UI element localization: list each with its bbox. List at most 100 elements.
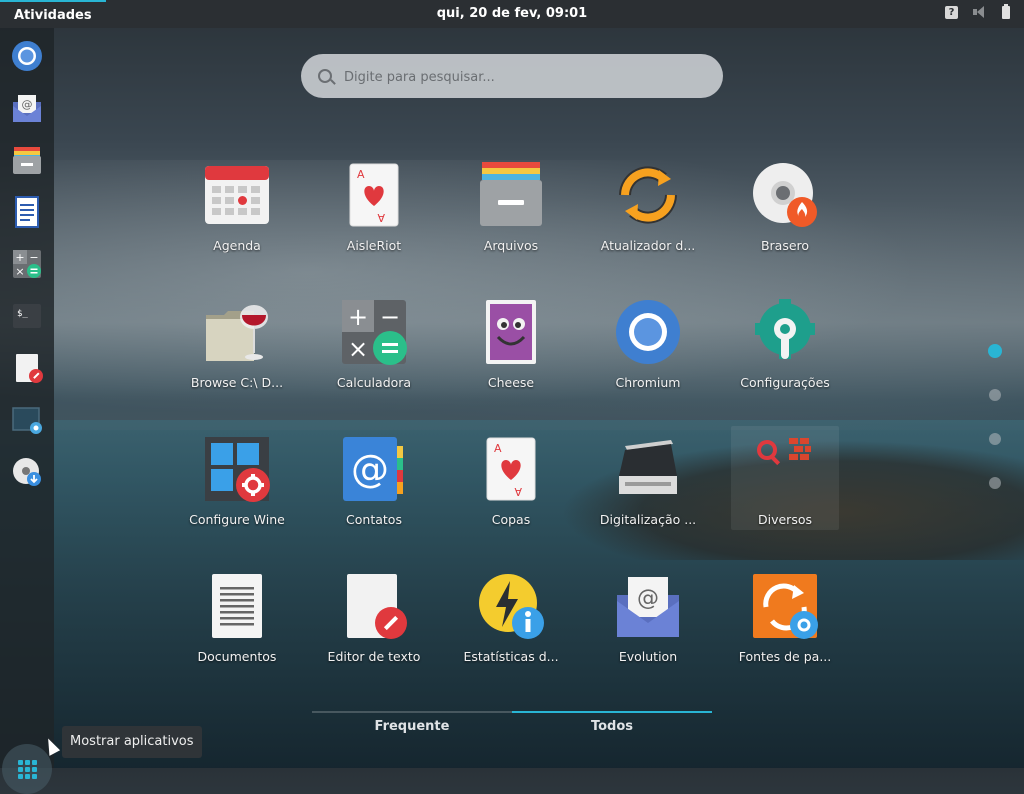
settings-icon bbox=[752, 299, 818, 365]
power-stats-icon bbox=[478, 573, 544, 639]
grid-dot bbox=[32, 760, 37, 765]
svg-text:+: + bbox=[348, 303, 368, 331]
svg-text:−: − bbox=[380, 303, 400, 331]
svg-text:×: × bbox=[348, 335, 368, 363]
app-label: Diversos bbox=[758, 512, 812, 527]
page-indicator-2[interactable] bbox=[989, 389, 1001, 401]
app-label: Estatísticas d... bbox=[463, 649, 559, 664]
app-aisleriot[interactable]: AA AisleRiot bbox=[310, 160, 438, 280]
system-tray[interactable]: ? bbox=[945, 3, 1010, 19]
contacts-icon: @ bbox=[341, 436, 407, 502]
disk-burner-icon[interactable] bbox=[11, 456, 43, 488]
grid-dot bbox=[32, 774, 37, 779]
search-input[interactable] bbox=[342, 54, 706, 100]
search-bar[interactable] bbox=[301, 54, 723, 100]
app-brasero[interactable]: Brasero bbox=[721, 160, 849, 280]
svg-text:×: × bbox=[15, 265, 24, 278]
app-arquivos[interactable]: Arquivos bbox=[447, 160, 575, 280]
app-label: Copas bbox=[491, 512, 531, 527]
volume-icon[interactable] bbox=[972, 5, 988, 19]
app-contatos[interactable]: @ Contatos bbox=[310, 434, 438, 554]
svg-text:+: + bbox=[15, 251, 24, 264]
app-label: Arquivos bbox=[483, 238, 539, 253]
app-fontes[interactable]: Fontes de pa... bbox=[721, 571, 849, 691]
hearts-card-icon: AA bbox=[478, 436, 544, 502]
text-editor-icon[interactable] bbox=[11, 352, 43, 384]
app-browse-c[interactable]: Browse C:\ D... bbox=[173, 297, 301, 417]
app-label: Atualizador d... bbox=[600, 238, 696, 253]
page-indicator-4[interactable] bbox=[989, 477, 1001, 489]
svg-text:A: A bbox=[514, 485, 522, 498]
app-configuracoes[interactable]: Configurações bbox=[721, 297, 849, 417]
show-apps-tooltip: Mostrar aplicativos bbox=[62, 726, 202, 758]
app-chromium[interactable]: Chromium bbox=[584, 297, 712, 417]
scanner-icon bbox=[615, 436, 681, 502]
chromium-icon bbox=[615, 299, 681, 365]
cheese-icon bbox=[478, 299, 544, 365]
grid-dot bbox=[18, 774, 23, 779]
app-estatisticas[interactable]: Estatísticas d... bbox=[447, 571, 575, 691]
page-indicator-3[interactable] bbox=[989, 433, 1001, 445]
clock[interactable]: qui, 20 de fev, 09:01 bbox=[0, 6, 1024, 21]
app-label: Editor de texto bbox=[327, 649, 421, 664]
document-icon bbox=[204, 573, 270, 639]
documents-icon[interactable] bbox=[11, 196, 43, 228]
svg-text:@: @ bbox=[351, 447, 389, 491]
wine-folder-icon bbox=[204, 299, 270, 365]
folder-misc-icon bbox=[753, 436, 819, 476]
svg-text:$_: $_ bbox=[17, 309, 28, 319]
app-label: Documentos bbox=[197, 649, 277, 664]
svg-text:−: − bbox=[29, 251, 38, 264]
app-label: Cheese bbox=[487, 375, 535, 390]
app-label: Contatos bbox=[346, 512, 402, 527]
app-label: Digitalização ... bbox=[599, 512, 697, 527]
app-agenda[interactable]: Agenda bbox=[173, 160, 301, 280]
svg-text:A: A bbox=[494, 442, 502, 455]
app-digitalizacao[interactable]: Digitalização ... bbox=[584, 434, 712, 554]
card-heart-icon: AA bbox=[341, 162, 407, 228]
app-evolution[interactable]: @ Evolution bbox=[584, 571, 712, 691]
search-icon bbox=[318, 69, 332, 83]
software-sources-icon bbox=[752, 573, 818, 639]
app-calculadora[interactable]: + − × Calculadora bbox=[310, 297, 438, 417]
help-icon[interactable]: ? bbox=[945, 5, 958, 19]
app-label: Configure Wine bbox=[189, 512, 285, 527]
updater-icon bbox=[615, 162, 681, 228]
svg-text:A: A bbox=[377, 211, 385, 224]
show-apps-button[interactable] bbox=[2, 744, 52, 794]
calendar-icon bbox=[204, 162, 270, 228]
tab-all[interactable]: Todos bbox=[512, 719, 712, 734]
calculator-icon[interactable]: + − × bbox=[11, 248, 43, 280]
page-indicator-1[interactable] bbox=[988, 344, 1002, 358]
chromium-icon[interactable] bbox=[11, 40, 43, 72]
app-documentos[interactable]: Documentos bbox=[173, 571, 301, 691]
app-label: Calculadora bbox=[336, 375, 412, 390]
terminal-icon[interactable]: $_ bbox=[11, 300, 43, 332]
tab-frequent[interactable]: Frequente bbox=[312, 719, 512, 734]
grid-dot bbox=[18, 760, 23, 765]
app-editor-de-texto[interactable]: Editor de texto bbox=[310, 571, 438, 691]
app-label: Chromium bbox=[615, 375, 681, 390]
calculator-icon: + − × bbox=[341, 299, 407, 365]
grid-dot bbox=[25, 774, 30, 779]
tab-underline bbox=[312, 711, 712, 713]
svg-text:A: A bbox=[357, 168, 365, 181]
evolution-icon: @ bbox=[615, 573, 681, 639]
disc-burn-icon bbox=[752, 162, 818, 228]
app-configure-wine[interactable]: Configure Wine bbox=[173, 434, 301, 554]
activities-button[interactable]: Atividades bbox=[0, 0, 106, 28]
app-label: Brasero bbox=[760, 238, 810, 253]
text-editor-icon bbox=[341, 573, 407, 639]
battery-icon[interactable] bbox=[1002, 3, 1010, 19]
files-icon[interactable] bbox=[11, 144, 43, 176]
app-copas[interactable]: AA Copas bbox=[447, 434, 575, 554]
app-label: Browse C:\ D... bbox=[190, 375, 284, 390]
app-atualizador[interactable]: Atualizador d... bbox=[584, 160, 712, 280]
screenshot-icon[interactable] bbox=[11, 404, 43, 436]
app-cheese[interactable]: Cheese bbox=[447, 297, 575, 417]
app-label: Evolution bbox=[618, 649, 678, 664]
app-label: Configurações bbox=[740, 375, 830, 390]
app-folder-diversos[interactable]: Diversos bbox=[731, 426, 839, 530]
svg-text:@: @ bbox=[22, 98, 33, 111]
evolution-icon[interactable]: @ bbox=[11, 92, 43, 124]
